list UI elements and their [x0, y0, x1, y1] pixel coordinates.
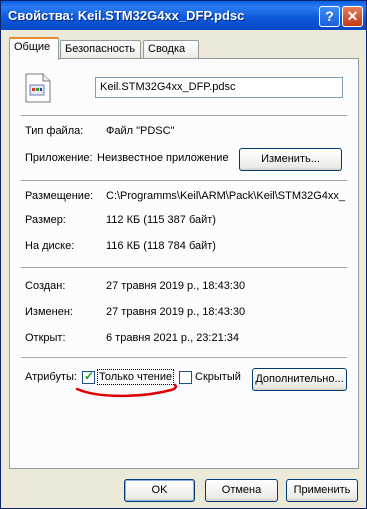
location-value: C:\Programms\Keil\ARM\Pack\Keil\STM32G4x… — [106, 190, 346, 202]
tab-security[interactable]: Безопасность — [60, 40, 141, 59]
general-tab-panel — [9, 58, 359, 469]
opens-with-value: Неизвестное приложение — [97, 152, 229, 164]
modified-label: Изменен: — [25, 306, 73, 318]
size-label: Размер: — [25, 214, 66, 226]
size-value: 112 КБ (115 387 байт) — [106, 214, 216, 226]
title-bar[interactable]: Свойства: Keil.STM32G4xx_DFP.pdsc ? ✕ — [1, 1, 366, 30]
hidden-checkbox[interactable] — [179, 371, 192, 384]
window-title: Свойства: Keil.STM32G4xx_DFP.pdsc — [8, 8, 245, 23]
close-icon: ✕ — [346, 8, 359, 24]
divider — [21, 267, 347, 268]
change-button[interactable]: Изменить... — [239, 148, 342, 171]
tab-general[interactable]: Общие — [9, 37, 59, 60]
modified-value: 27 травня 2019 р., 18:43:30 — [106, 306, 246, 318]
accessed-label: Открыт: — [25, 332, 66, 344]
opens-with-label: Приложение: — [25, 152, 93, 164]
divider — [21, 180, 347, 181]
generic-file-icon — [25, 73, 51, 103]
file-type-value: Файл "PDSC" — [106, 125, 175, 137]
cancel-button[interactable]: Отмена — [205, 479, 278, 502]
file-type-label: Тип файла: — [25, 125, 84, 137]
size-on-disk-value: 116 КБ (118 784 байт) — [106, 240, 216, 252]
created-value: 27 травня 2019 р., 18:43:30 — [106, 280, 246, 292]
size-on-disk-label: На диске: — [25, 240, 75, 252]
help-icon: ? — [325, 8, 334, 24]
help-button[interactable]: ? — [319, 6, 340, 27]
hidden-label[interactable]: Скрытый — [195, 371, 241, 383]
location-label: Размещение: — [25, 190, 94, 202]
created-label: Создан: — [25, 280, 66, 292]
tab-summary[interactable]: Сводка — [143, 40, 199, 59]
file-name-field[interactable]: Keil.STM32G4xx_DFP.pdsc — [95, 77, 343, 98]
divider — [21, 115, 347, 116]
properties-dialog: Свойства: Keil.STM32G4xx_DFP.pdsc ? ✕ Об… — [0, 0, 367, 509]
advanced-button[interactable]: Дополнительно... — [252, 368, 347, 391]
ok-button[interactable]: OK — [124, 479, 195, 502]
divider — [21, 357, 347, 358]
attributes-label: Атрибуты: — [25, 371, 77, 383]
red-underline-annotation — [75, 383, 178, 398]
apply-button[interactable]: Применить — [286, 479, 358, 502]
close-button[interactable]: ✕ — [342, 6, 363, 27]
accessed-value: 6 травня 2021 р., 23:21:34 — [106, 332, 240, 344]
